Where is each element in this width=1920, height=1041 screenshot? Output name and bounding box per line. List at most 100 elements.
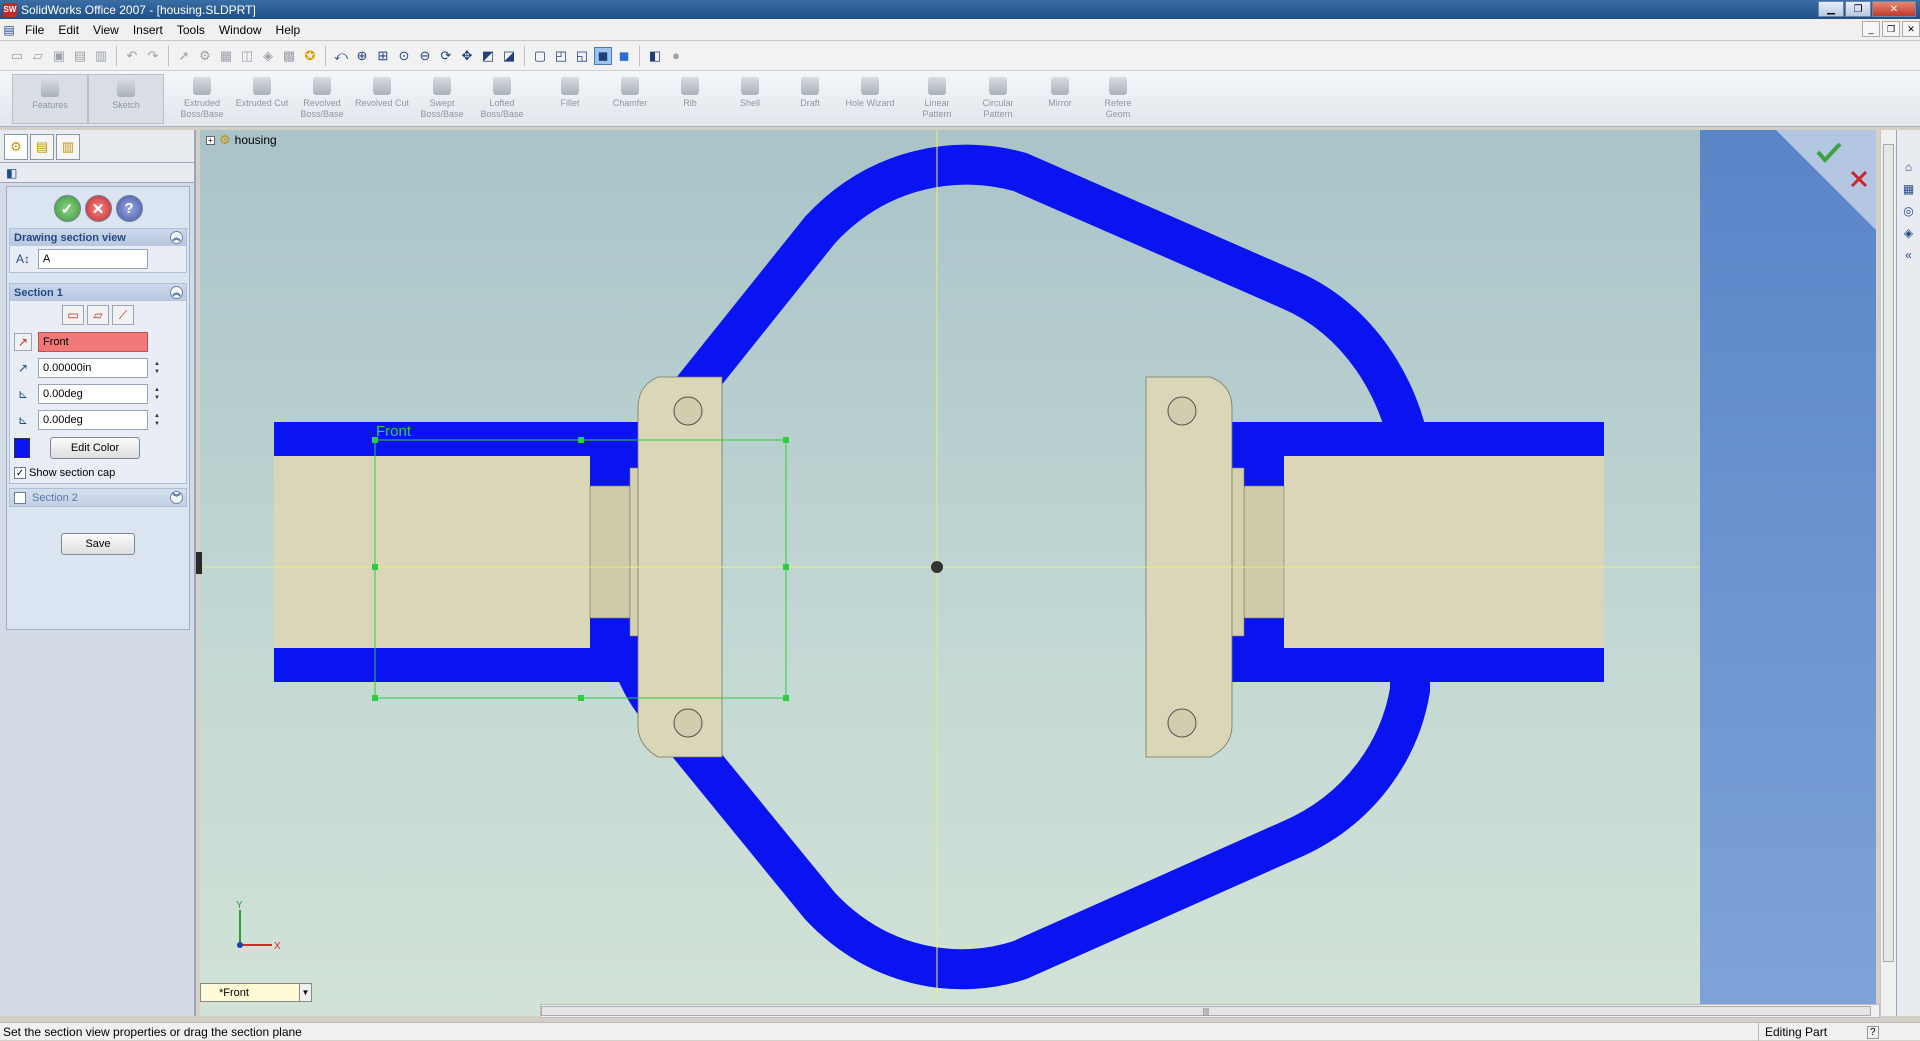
home-icon[interactable]: ⌂ bbox=[1900, 158, 1918, 176]
lofted-boss-button[interactable]: Lofted Boss/Base bbox=[476, 77, 528, 127]
angle-x-input[interactable]: 0.00deg bbox=[38, 384, 148, 404]
standard-views-icon[interactable]: ◪ bbox=[500, 47, 518, 65]
zoom-selection-icon[interactable]: ⊖ bbox=[416, 47, 434, 65]
pane-splitter-handle[interactable] bbox=[196, 552, 202, 574]
section-plane-button[interactable]: ▭ bbox=[62, 305, 84, 325]
ok-button[interactable]: ✓ bbox=[53, 195, 81, 222]
minimize-button[interactable]: ▁ bbox=[1818, 1, 1844, 17]
sketch-tab[interactable]: Sketch bbox=[88, 74, 164, 124]
linear-pattern-button[interactable]: Linear Pattern bbox=[912, 77, 962, 127]
close-button[interactable]: ✕ bbox=[1872, 1, 1916, 17]
menu-insert[interactable]: Insert bbox=[126, 23, 170, 37]
hidden-lines-removed-icon[interactable]: ◱ bbox=[573, 47, 591, 65]
mirror-button[interactable]: Mirror bbox=[1038, 77, 1082, 127]
collapse-icon[interactable]: ︽ bbox=[170, 286, 183, 299]
chamfer-button[interactable]: Chamfer bbox=[606, 77, 654, 127]
document-icon[interactable]: ▤ bbox=[0, 23, 18, 37]
hole-wizard-button[interactable]: Hole Wizard bbox=[842, 77, 898, 127]
file-explorer-icon[interactable]: ◎ bbox=[1900, 202, 1918, 220]
select-icon[interactable]: ➚ bbox=[175, 47, 193, 65]
options-icon[interactable]: ▥ bbox=[92, 47, 110, 65]
extruded-cut-button[interactable]: Extruded Cut bbox=[234, 77, 290, 127]
horizontal-scrollbar[interactable]: ||| bbox=[540, 1004, 1880, 1018]
swept-boss-button[interactable]: Swept Boss/Base bbox=[416, 77, 468, 127]
section2-checkbox[interactable] bbox=[14, 491, 26, 504]
vertical-scrollbar[interactable] bbox=[1880, 130, 1896, 1016]
pan-icon[interactable]: ✥ bbox=[458, 47, 476, 65]
view-palette-icon[interactable]: ◈ bbox=[1900, 224, 1918, 242]
zoom-in-out-icon[interactable]: ⊙ bbox=[395, 47, 413, 65]
help-button[interactable]: ? bbox=[115, 195, 143, 222]
new-icon[interactable]: ▭ bbox=[8, 47, 26, 65]
angle-x-spinner[interactable]: ▲ ▼ bbox=[154, 386, 160, 402]
vertical-scroll-thumb[interactable] bbox=[1883, 144, 1894, 962]
angle-y-input[interactable]: 0.00deg bbox=[38, 410, 148, 430]
redo-icon[interactable]: ↷ bbox=[144, 47, 162, 65]
hidden-lines-visible-icon[interactable]: ◰ bbox=[552, 47, 570, 65]
section-view-icon[interactable]: ◧ bbox=[646, 47, 664, 65]
doc-minimize-button[interactable]: _ bbox=[1862, 21, 1880, 37]
angle-y-spinner[interactable]: ▲ ▼ bbox=[154, 412, 160, 428]
rebuild-icon[interactable]: ⚙ bbox=[196, 47, 214, 65]
offset-spinner[interactable]: ▲ ▼ bbox=[154, 360, 160, 376]
zoom-area-icon[interactable]: ⊞ bbox=[374, 47, 392, 65]
features-tab[interactable]: Features bbox=[12, 74, 88, 124]
expand-icon[interactable]: ︾ bbox=[170, 491, 183, 504]
model-view[interactable]: Front X Y bbox=[200, 130, 1876, 1016]
section-surface-button[interactable]: ⟋ bbox=[112, 305, 134, 325]
reverse-direction-icon[interactable]: ↗ bbox=[14, 333, 32, 351]
property-manager-tab[interactable]: ▤ bbox=[30, 134, 54, 160]
menu-file[interactable]: File bbox=[18, 23, 51, 37]
circular-pattern-button[interactable]: Circular Pattern bbox=[972, 77, 1024, 127]
collapse-icon[interactable]: ︽ bbox=[170, 231, 183, 244]
realview-icon[interactable]: ● bbox=[667, 47, 685, 65]
grid-icon[interactable]: ▦ bbox=[217, 47, 235, 65]
section-plane-input[interactable]: Front bbox=[38, 332, 148, 352]
menu-tools[interactable]: Tools bbox=[170, 23, 212, 37]
reference-geometry-button[interactable]: Refere Geom bbox=[1100, 77, 1136, 127]
doc-restore-button[interactable]: ❐ bbox=[1882, 21, 1900, 37]
view-selector[interactable]: *Front ▼ bbox=[200, 983, 312, 1002]
undo-icon[interactable]: ↶ bbox=[123, 47, 141, 65]
save-icon[interactable]: ▣ bbox=[50, 47, 68, 65]
section-name-input[interactable]: A bbox=[38, 249, 148, 269]
menu-view[interactable]: View bbox=[86, 23, 126, 37]
doc-close-button[interactable]: ✕ bbox=[1902, 21, 1920, 37]
help-icon[interactable]: ? bbox=[1867, 1025, 1879, 1039]
extruded-boss-button[interactable]: Extruded Boss/Base bbox=[176, 77, 228, 127]
design-library-icon[interactable]: ▦ bbox=[1900, 180, 1918, 198]
revolved-boss-button[interactable]: Revolved Boss/Base bbox=[296, 77, 348, 127]
cancel-button[interactable]: ✕ bbox=[84, 195, 112, 222]
appearance-icon[interactable]: ▩ bbox=[280, 47, 298, 65]
zoom-fit-icon[interactable]: ⊕ bbox=[353, 47, 371, 65]
draft-button[interactable]: Draft bbox=[790, 77, 830, 127]
show-section-cap-checkbox[interactable]: ✓ bbox=[14, 467, 26, 479]
menu-window[interactable]: Window bbox=[212, 23, 269, 37]
collapse-task-pane-icon[interactable]: « bbox=[1900, 246, 1918, 264]
rib-button[interactable]: Rib bbox=[670, 77, 710, 127]
menu-help[interactable]: Help bbox=[269, 23, 308, 37]
offset-input[interactable]: 0.00000in bbox=[38, 358, 148, 378]
feature-manager-tab[interactable]: ⚙ bbox=[4, 134, 28, 160]
wireframe-icon[interactable]: ▢ bbox=[531, 47, 549, 65]
view-dropdown-icon[interactable]: ▼ bbox=[299, 983, 312, 1002]
component-icon[interactable]: ◈ bbox=[259, 47, 277, 65]
horizontal-scroll-thumb[interactable]: ||| bbox=[541, 1006, 1871, 1016]
fillet-button[interactable]: Fillet bbox=[550, 77, 590, 127]
graphics-area[interactable]: + ⚙ housing Front X Y *Front ▼ bbox=[200, 130, 1876, 1016]
configuration-manager-tab[interactable]: ▥ bbox=[56, 134, 80, 160]
open-icon[interactable]: ▱ bbox=[29, 47, 47, 65]
view-orientation-icon[interactable]: ◩ bbox=[479, 47, 497, 65]
shaded-icon[interactable]: ◼ bbox=[615, 47, 633, 65]
section-face-button[interactable]: ▱ bbox=[87, 305, 109, 325]
save-button[interactable]: Save bbox=[61, 533, 135, 555]
previous-view-icon[interactable]: ⤺ bbox=[332, 47, 350, 65]
print-icon[interactable]: ▤ bbox=[71, 47, 89, 65]
revolved-cut-button[interactable]: Revolved Cut bbox=[354, 77, 410, 127]
shell-button[interactable]: Shell bbox=[730, 77, 770, 127]
shaded-with-edges-icon[interactable]: ◼ bbox=[594, 46, 612, 65]
rotate-view-icon[interactable]: ⟳ bbox=[437, 47, 455, 65]
help-bulb-icon[interactable]: ✪ bbox=[301, 47, 319, 65]
measure-icon[interactable]: ◫ bbox=[238, 47, 256, 65]
edit-color-button[interactable]: Edit Color bbox=[50, 437, 140, 459]
